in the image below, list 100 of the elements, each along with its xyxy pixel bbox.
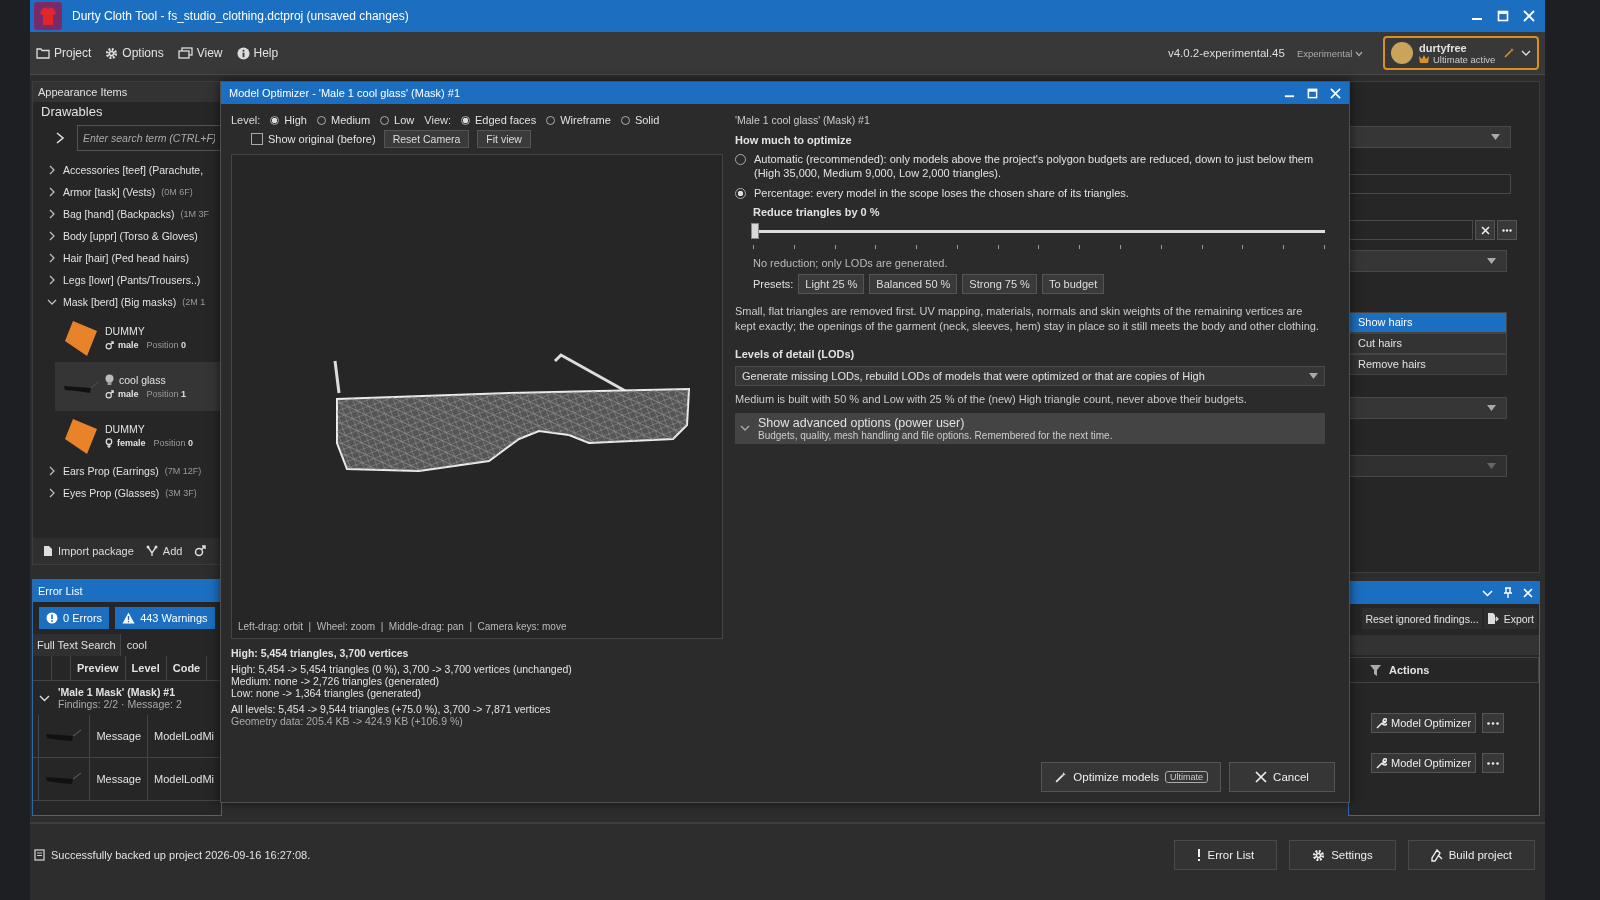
more-button[interactable] <box>1482 753 1505 773</box>
search-field[interactable]: cool <box>120 634 221 656</box>
chevron-right-icon[interactable] <box>47 231 57 241</box>
more-button[interactable] <box>1482 713 1505 733</box>
tree-item[interactable]: Ears Prop (Earrings) <box>63 465 159 477</box>
hair-option[interactable]: Show hairs <box>1349 312 1507 333</box>
mode-radio[interactable]: Automatic (recommended): only models above the project's polygon budgets are reduced, down to just below them (High 35,000, Medium 9,000, Low 2,000 triangles). <box>735 152 1325 180</box>
hair-option[interactable]: Remove hairs <box>1349 354 1507 375</box>
3d-viewport[interactable]: Left-drag: orbit | Wheel: zoom | Middle-drag: pan | Camera keys: move <box>231 154 723 639</box>
stats-note: Geometry data: 205.4 KB -> 424.9 KB (+106.9 %) <box>231 715 464 727</box>
mode-radio[interactable]: Percentage: every model in the scope loses the chosen share of its triangles. <box>735 186 1325 200</box>
slider-thumb[interactable] <box>751 223 759 239</box>
gender-button[interactable] <box>192 543 209 559</box>
tree-item[interactable]: Bag [hand] (Backpacks) <box>63 208 175 220</box>
level-radio[interactable]: Medium <box>317 114 371 126</box>
text-field[interactable] <box>1349 174 1511 194</box>
quad-thumbnail-icon <box>63 416 99 455</box>
panel-heading: Drawables <box>40 103 104 121</box>
chevron-right-icon[interactable] <box>47 488 57 498</box>
status-button[interactable]: Build project <box>1407 840 1535 870</box>
lod-dropdown[interactable]: Generate missing LODs, rebuild LODs of models that were optimized or that are copies of High <box>735 366 1325 386</box>
show-original-checkbox[interactable]: Show original (before) <box>251 133 376 145</box>
crown-icon <box>1419 55 1429 63</box>
position-label: Position 0 <box>153 438 194 448</box>
drawable-item[interactable]: cool glass male Position 1 <box>55 362 221 411</box>
table-cell: Message <box>90 715 149 757</box>
clear-button[interactable] <box>1475 220 1495 240</box>
drawable-item[interactable]: DUMMY male Position 0 <box>55 313 221 362</box>
menu-item[interactable]: Options <box>101 43 168 63</box>
drawable-item[interactable]: DUMMY female Position 0 <box>55 411 221 460</box>
search-field[interactable] <box>1349 635 1539 655</box>
view-button[interactable]: Fit view <box>477 130 531 148</box>
tree-item[interactable]: Accessories [teef] (Parachute, <box>63 164 204 176</box>
filter-button[interactable]: 0 Errors <box>39 607 110 629</box>
close-icon[interactable] <box>1523 10 1535 22</box>
preset-button[interactable]: Balanced 50 % <box>869 274 958 294</box>
preset-button[interactable]: Light 25 % <box>798 274 865 294</box>
maximize-icon[interactable] <box>1307 87 1318 99</box>
view-radio[interactable]: Wireframe <box>546 114 611 126</box>
advanced-options-expander[interactable]: Show advanced options (power user) Budgets, quality, mesh handling and file options. Remembered for the next time. <box>735 413 1325 444</box>
chevron-right-icon[interactable] <box>47 187 57 197</box>
pin-icon[interactable] <box>1503 587 1513 599</box>
chevron-right-icon[interactable] <box>47 253 57 263</box>
tree-item[interactable]: Legs [lowr] (Pants/Trousers..) <box>63 274 201 286</box>
chevron-right-icon[interactable] <box>47 165 57 175</box>
menu-item[interactable]: Help <box>232 43 283 63</box>
preset-button[interactable]: Strong 75 % <box>962 274 1037 294</box>
optimize-button[interactable]: Optimize models Ultimate <box>1041 762 1221 792</box>
shirt-logo-icon <box>34 2 62 30</box>
tree-item[interactable]: Hair [hair] (Ped head hairs) <box>63 252 190 264</box>
status-button[interactable]: Error List <box>1174 840 1278 870</box>
gender-label: male <box>118 340 139 350</box>
search-field[interactable]: Enter search term (CTRL+F) <box>77 125 221 151</box>
chevron-right-icon[interactable] <box>55 131 65 145</box>
more-button[interactable] <box>1497 220 1517 240</box>
view-radio[interactable]: Solid <box>620 114 660 126</box>
chevron-down-icon <box>1355 50 1363 57</box>
action-button[interactable]: Add <box>143 543 185 559</box>
column-header[interactable]: Level <box>125 656 167 680</box>
status-button[interactable]: Settings <box>1289 840 1396 870</box>
caret-icon <box>1491 134 1500 140</box>
reduction-slider[interactable] <box>753 223 1325 239</box>
maximize-icon[interactable] <box>1497 10 1509 22</box>
column-header[interactable]: Preview <box>71 656 126 680</box>
gear-icon <box>1312 848 1326 862</box>
chevron-right-icon[interactable] <box>47 209 57 219</box>
close-icon[interactable] <box>1523 588 1533 598</box>
tree-item[interactable]: Body [uppr] (Torso & Gloves) <box>63 230 198 242</box>
action-button[interactable]: Import package <box>41 543 136 559</box>
model-optimizer-button[interactable]: Model Optimizer <box>1371 753 1477 773</box>
level-radio[interactable]: High <box>270 114 307 126</box>
tree-item[interactable]: Eyes Prop (Glasses) <box>63 487 160 499</box>
chevron-right-icon[interactable] <box>47 466 57 476</box>
view-button[interactable]: Reset Camera <box>383 130 470 148</box>
account-box[interactable]: durtyfree Ultimate active <box>1383 36 1539 70</box>
view-radio[interactable]: Edged faces <box>461 114 537 126</box>
column-header[interactable]: Code <box>166 656 208 680</box>
channel-dropdown[interactable]: Experimental <box>1290 46 1369 60</box>
hair-option[interactable]: Cut hairs <box>1349 333 1507 354</box>
filter-icon[interactable] <box>1370 664 1381 676</box>
filter-button[interactable]: 443 Warnings <box>115 607 215 629</box>
tree-item[interactable]: Armor [task] (Vests) <box>63 186 156 198</box>
chevron-down-icon[interactable] <box>47 298 57 306</box>
tree-item[interactable]: Mask [berd] (Big masks) <box>63 296 177 308</box>
cancel-button[interactable]: Cancel <box>1229 762 1335 792</box>
text-field[interactable] <box>1349 220 1473 240</box>
toolbar-button[interactable]: Reset ignored findings... <box>1362 608 1482 629</box>
close-icon[interactable] <box>1330 87 1341 99</box>
quad-thumbnail-icon <box>63 318 99 357</box>
menu-item[interactable]: View <box>173 43 227 63</box>
preset-button[interactable]: To budget <box>1041 274 1105 294</box>
document-icon <box>43 545 53 557</box>
position-label: Position 1 <box>146 389 187 399</box>
model-optimizer-button[interactable]: Model Optimizer <box>1371 713 1477 733</box>
toolbar-button[interactable]: Export <box>1483 608 1537 629</box>
column-header[interactable]: Actions <box>1389 664 1430 676</box>
level-radio[interactable]: Low <box>380 114 415 126</box>
menu-item[interactable]: Project <box>32 43 96 63</box>
chevron-right-icon[interactable] <box>47 275 57 285</box>
chevron-down-icon[interactable] <box>39 694 50 702</box>
